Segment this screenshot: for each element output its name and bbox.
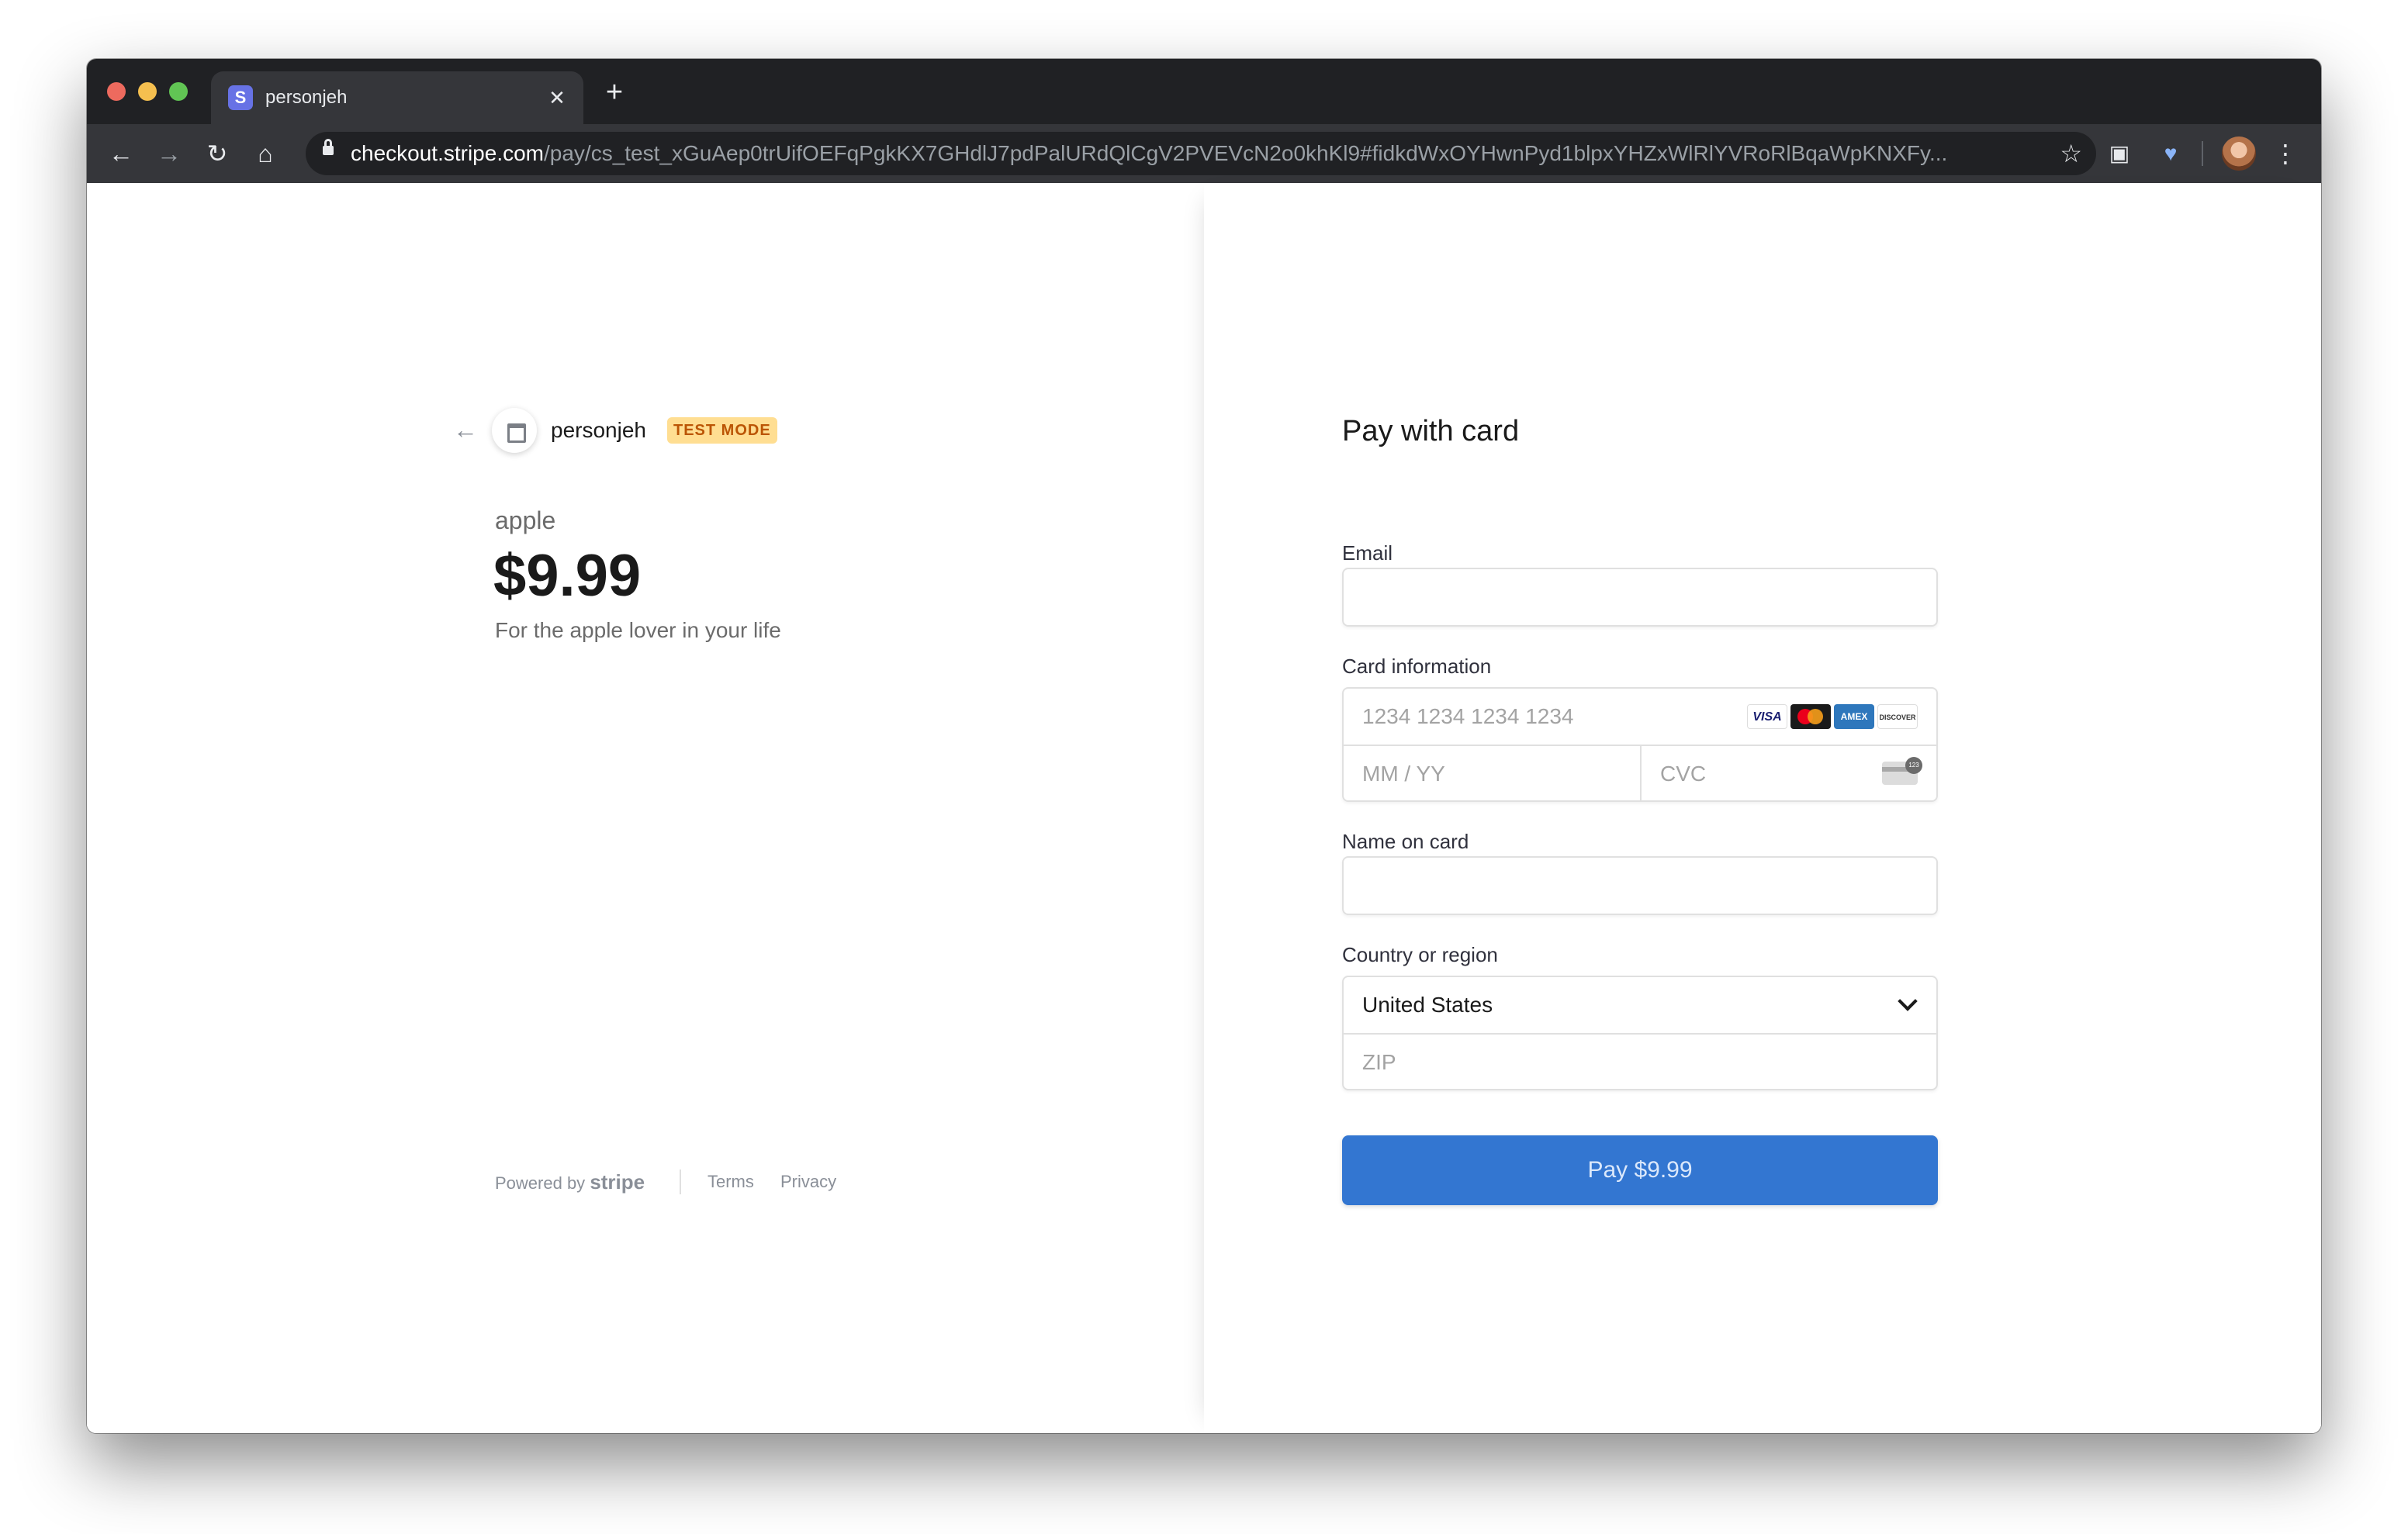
amex-icon: AMEX	[1834, 704, 1874, 729]
privacy-link[interactable]: Privacy	[780, 1168, 836, 1196]
address-group: United States ZIP	[1342, 976, 1938, 1090]
extension-heart-icon[interactable]: ♥	[2155, 138, 2186, 169]
forward-icon[interactable]: →	[154, 138, 185, 169]
extension-icon[interactable]: ▣	[2104, 138, 2135, 169]
mastercard-icon	[1790, 704, 1831, 729]
country-select[interactable]: United States	[1362, 993, 1493, 1017]
card-number-input[interactable]: 1234 1234 1234 1234	[1362, 704, 1574, 729]
tab-strip: S personjeh ✕ +	[87, 59, 2321, 124]
expiry-input[interactable]: MM / YY	[1362, 762, 1445, 786]
maximize-window-button[interactable]	[169, 82, 188, 101]
powered-by-label: Powered by	[495, 1173, 586, 1193]
email-field[interactable]	[1342, 568, 1938, 627]
card-info-label: Card information	[1342, 655, 1492, 678]
tab-title: personjeh	[265, 87, 348, 108]
product-description: For the apple lover in your life	[495, 618, 781, 642]
browser-tab[interactable]: S personjeh ✕	[211, 71, 583, 124]
product-price: $9.99	[493, 543, 642, 609]
tab-close-icon[interactable]: ✕	[545, 85, 569, 110]
terms-link[interactable]: Terms	[708, 1168, 754, 1196]
pay-button[interactable]: Pay $9.99	[1342, 1135, 1938, 1205]
name-on-card-label: Name on card	[1342, 830, 1469, 853]
avatar[interactable]	[2222, 136, 2256, 171]
visa-icon: VISA	[1747, 704, 1787, 729]
payment-pane	[1204, 183, 2321, 1433]
home-icon[interactable]: ⌂	[250, 138, 281, 169]
stripe-favicon-icon: S	[228, 85, 253, 110]
form-title: Pay with card	[1342, 415, 1520, 447]
test-mode-badge: TEST MODE	[667, 417, 777, 444]
url-text[interactable]: checkout.stripe.com/pay/cs_test_xGuAep0t…	[351, 142, 2042, 165]
stripe-logo: stripe	[590, 1170, 645, 1194]
toolbar-divider	[2202, 141, 2203, 166]
url-host: checkout.stripe.com	[351, 142, 544, 165]
powered-by-stripe[interactable]: Powered by stripe	[495, 1168, 645, 1197]
name-on-card-field[interactable]	[1342, 856, 1938, 915]
footer-divider	[680, 1170, 681, 1194]
back-icon[interactable]: ←	[106, 138, 137, 169]
browser-window: S personjeh ✕ + ← → ↻ ⌂ checkout.stripe.…	[87, 59, 2321, 1433]
country-label: Country or region	[1342, 943, 1498, 966]
card-col-divider	[1640, 745, 1642, 800]
browser-toolbar: ← → ↻ ⌂ checkout.stripe.com/pay/cs_test_…	[87, 124, 2321, 183]
back-arrow-icon[interactable]: ←	[452, 416, 479, 444]
lock-icon[interactable]	[323, 139, 334, 155]
address-row-divider	[1344, 1033, 1936, 1035]
close-window-button[interactable]	[107, 82, 126, 101]
reload-icon[interactable]: ↻	[202, 138, 233, 169]
cvc-input[interactable]: CVC	[1660, 762, 1706, 786]
star-icon[interactable]: ☆	[2060, 140, 2082, 168]
merchant-name: personjeh	[551, 418, 646, 442]
menu-icon[interactable]: ⋮	[2273, 138, 2298, 169]
product-name: apple	[495, 506, 556, 534]
chevron-down-icon[interactable]	[1898, 991, 1918, 1011]
discover-icon: DISCOVER	[1877, 704, 1918, 729]
url-path: /pay/cs_test_xGuAep0trUifOEFqPgkKX7GHdlJ…	[544, 142, 1948, 165]
order-summary: ← personjeh TEST MODE apple $9.99 For th…	[87, 183, 1204, 1433]
cvc-card-icon	[1882, 757, 1922, 785]
zip-input[interactable]: ZIP	[1362, 1050, 1396, 1075]
checkout-page: ← personjeh TEST MODE apple $9.99 For th…	[87, 183, 2321, 1433]
new-tab-button[interactable]: +	[599, 78, 630, 109]
address-bar[interactable]: checkout.stripe.com/pay/cs_test_xGuAep0t…	[306, 132, 2096, 175]
card-info-group: 1234 1234 1234 1234 VISA AMEX DISCOVER M…	[1342, 687, 1938, 802]
email-label: Email	[1342, 541, 1393, 565]
merchant-store-icon	[492, 408, 537, 453]
minimize-window-button[interactable]	[138, 82, 157, 101]
